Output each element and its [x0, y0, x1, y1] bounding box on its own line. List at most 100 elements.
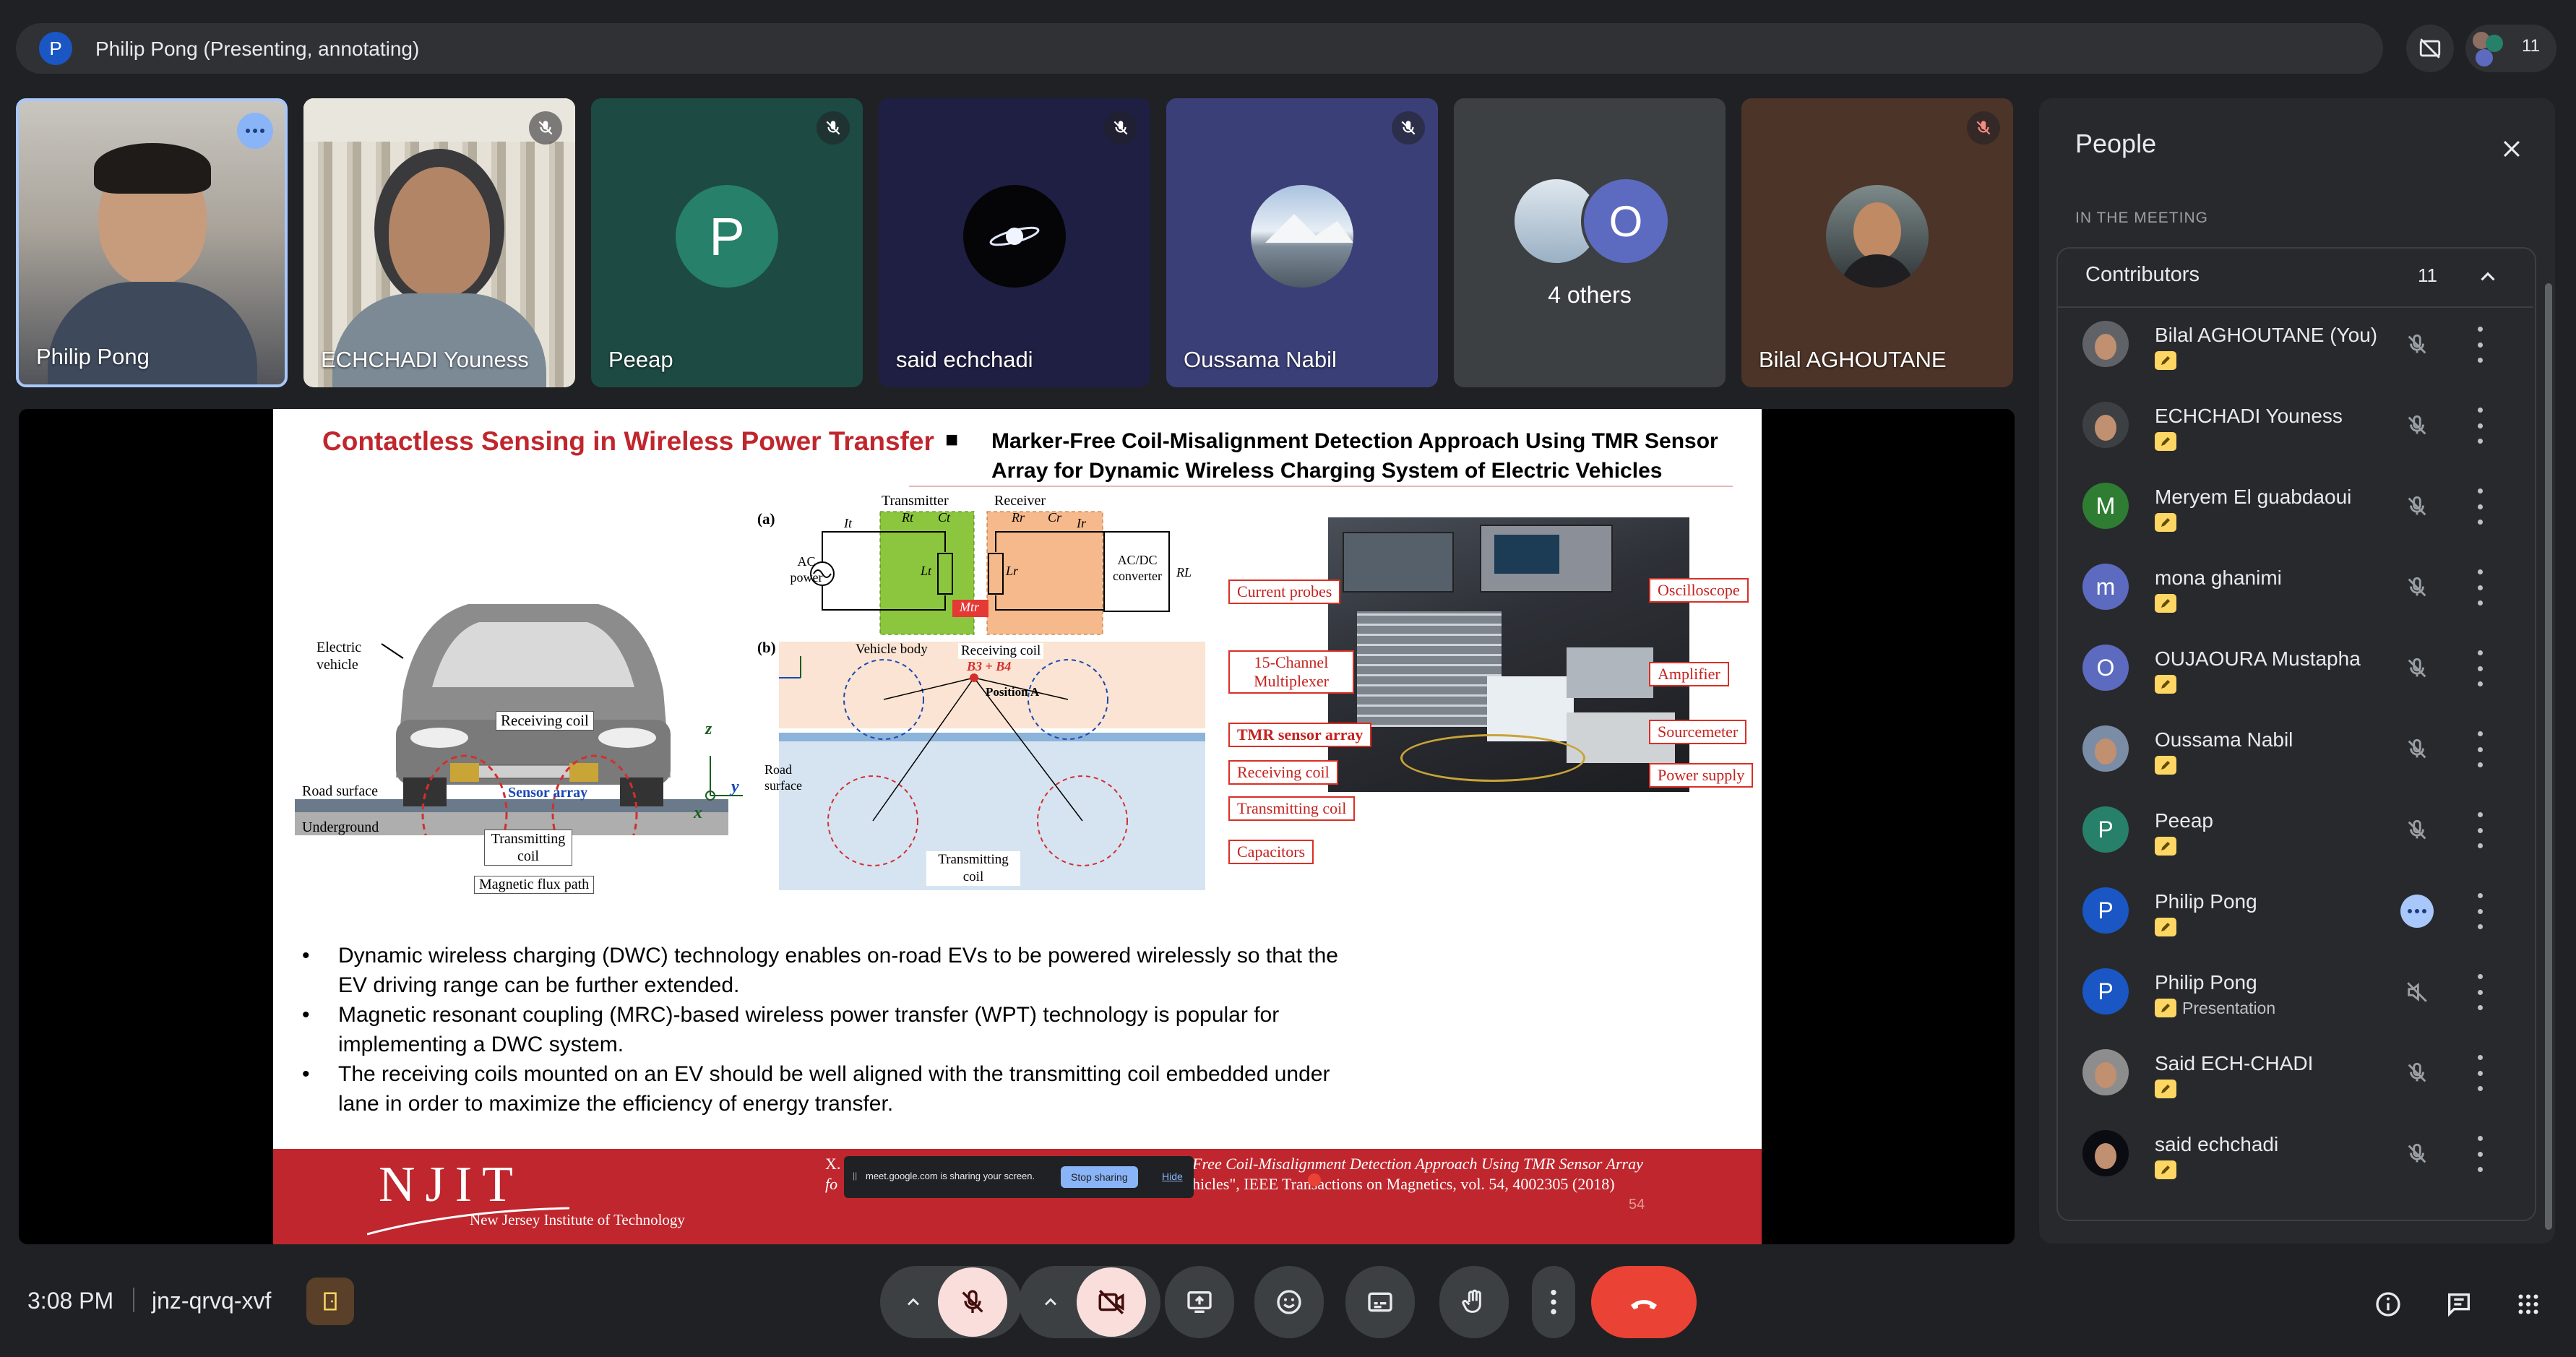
mic-off-icon — [1401, 121, 1416, 135]
panel-scrollbar[interactable] — [2545, 283, 2552, 1230]
participant-more-button[interactable] — [2473, 327, 2487, 363]
label-multiplexer: 15-Channel Multiplexer — [1228, 650, 1354, 694]
tile-others[interactable]: O 4 others — [1454, 98, 1726, 387]
participant-more-button[interactable] — [2473, 569, 2487, 606]
present-button[interactable] — [1165, 1266, 1234, 1338]
label-sourcemeter: Sourcemeter — [1649, 720, 1747, 744]
title-underline — [909, 486, 1733, 487]
participant-more-button[interactable] — [2473, 408, 2487, 444]
label-power-supply: Power supply — [1649, 763, 1754, 788]
group-count: 11 — [2418, 264, 2437, 286]
participant-more-button[interactable] — [2473, 1136, 2487, 1172]
layout-button[interactable] — [2406, 25, 2454, 72]
label-lr: Lr — [1006, 564, 1019, 578]
annotation-cursor — [1308, 1173, 1321, 1186]
tile-bilal-aghoutane[interactable]: Bilal AGHOUTANE — [1741, 98, 2013, 387]
participant-row[interactable]: said echchadi — [2082, 1117, 2516, 1189]
avatar: P — [2082, 887, 2129, 934]
people-title: People — [2075, 129, 2157, 158]
hide-banner-link[interactable]: Hide — [1162, 1171, 1183, 1182]
contributors-header[interactable]: Contributors 11 — [2056, 247, 2533, 308]
avatar: O — [2082, 645, 2129, 691]
chat-button[interactable] — [2438, 1283, 2480, 1325]
tile-echchadi-youness[interactable]: ECHCHADI Youness — [303, 98, 575, 387]
contributor-badge — [2155, 999, 2176, 1017]
contributor-badge — [2155, 918, 2176, 936]
participant-mute-button[interactable] — [2400, 814, 2434, 847]
pencil-icon — [2161, 680, 2170, 689]
raise-hand-button[interactable] — [1439, 1266, 1509, 1338]
contributor-badge — [2155, 594, 2176, 613]
participant-name: mona ghanimi — [2155, 567, 2282, 589]
apps-grid-icon — [2518, 1294, 2538, 1314]
mountain-icon — [1265, 214, 1353, 243]
meeting-details-button[interactable] — [2367, 1283, 2409, 1325]
participant-row[interactable]: O OUJAOURA Mustapha — [2082, 632, 2516, 704]
avatar — [2082, 1130, 2129, 1176]
tile-peeap[interactable]: P Peeap — [591, 98, 863, 387]
banner-text: meet.google.com is sharing your screen. — [866, 1171, 1035, 1181]
close-people-button[interactable] — [2490, 127, 2533, 171]
participant-more-button[interactable] — [2473, 488, 2487, 525]
participant-name: said echchadi — [2155, 1133, 2279, 1155]
mic-off-indicator — [1967, 111, 2000, 145]
participant-row[interactable]: Oussama Nabil — [2082, 712, 2516, 785]
stop-sharing-button[interactable]: Stop sharing — [1061, 1166, 1138, 1188]
tile-oussama-nabil[interactable]: Oussama Nabil — [1166, 98, 1438, 387]
participant-more-button[interactable] — [2473, 812, 2487, 848]
participant-row[interactable]: Said ECH-CHADI — [2082, 1036, 2516, 1108]
hide-self-icon — [2419, 38, 2441, 59]
participant-mute-button[interactable] — [2400, 328, 2434, 361]
captions-button[interactable] — [1345, 1266, 1415, 1338]
participant-mute-button[interactable] — [2400, 975, 2434, 1009]
tile-philip-pong[interactable]: Philip Pong — [16, 98, 288, 387]
participant-row[interactable]: P Philip Pong — [2082, 874, 2516, 947]
camera-options-button[interactable] — [1028, 1279, 1074, 1325]
label-cr: Cr — [1048, 510, 1062, 525]
participant-row[interactable]: Bilal AGHOUTANE (You) — [2082, 308, 2516, 380]
leave-call-button[interactable] — [1591, 1266, 1697, 1338]
participant-name: Said ECH-CHADI — [2155, 1052, 2314, 1074]
label-receiving-coil-b: Receiving coil — [958, 643, 1044, 659]
mic-options-button[interactable] — [890, 1279, 936, 1325]
label-sensor-array: Sensor array — [508, 785, 588, 801]
participant-mute-button[interactable] — [2400, 652, 2434, 685]
more-options-button[interactable] — [1532, 1266, 1575, 1338]
participant-mute-button[interactable] — [2400, 490, 2434, 523]
hang-up-icon — [1631, 1300, 1657, 1309]
camera-toggle-button[interactable] — [1077, 1267, 1146, 1337]
label-road-surface: Road surface — [302, 783, 378, 799]
reactions-button[interactable] — [1254, 1266, 1324, 1338]
participant-row[interactable]: ECHCHADI Youness — [2082, 389, 2516, 461]
label-ac-power: AC power — [790, 554, 823, 585]
participant-more-button[interactable] — [2473, 974, 2487, 1010]
tile-name: Oussama Nabil — [1184, 347, 1337, 372]
participant-more-button[interactable] — [2473, 893, 2487, 929]
participant-mute-button[interactable] — [2400, 571, 2434, 604]
ref-left-2: fo — [825, 1175, 838, 1193]
contributor-badge — [2155, 1160, 2176, 1179]
participant-row[interactable]: m mona ghanimi — [2082, 551, 2516, 623]
participant-row[interactable]: P Peeap — [2082, 793, 2516, 866]
participant-mute-button[interactable] — [2400, 409, 2434, 442]
tile-said-echchadi[interactable]: said echchadi — [879, 98, 1150, 387]
chevron-up-icon — [1045, 1298, 1056, 1306]
participant-mute-button[interactable] — [2400, 733, 2434, 766]
participants-chip[interactable]: 11 — [2465, 25, 2556, 72]
participant-mute-button[interactable] — [2400, 1056, 2434, 1090]
participant-more-button[interactable] — [2473, 1055, 2487, 1091]
mic-toggle-button[interactable] — [938, 1267, 1007, 1337]
participant-row[interactable]: P Philip Pong Presentation — [2082, 955, 2516, 1028]
breakout-button[interactable] — [306, 1278, 354, 1325]
label-rl: RL — [1176, 565, 1192, 580]
participant-more-button[interactable] — [2473, 650, 2487, 686]
logo-swoosh — [367, 1207, 569, 1236]
ref-line-2: hicles", IEEE Transactions on Magnetics,… — [1192, 1175, 1615, 1193]
speaking-indicator — [237, 113, 273, 149]
activities-button[interactable] — [2507, 1283, 2549, 1325]
label-it: It — [844, 516, 852, 530]
participant-mute-button[interactable] — [2400, 1137, 2434, 1171]
participant-row[interactable]: M Meryem El guabdaoui — [2082, 470, 2516, 542]
participant-more-button[interactable] — [2473, 731, 2487, 767]
label-ir: Ir — [1077, 516, 1086, 530]
